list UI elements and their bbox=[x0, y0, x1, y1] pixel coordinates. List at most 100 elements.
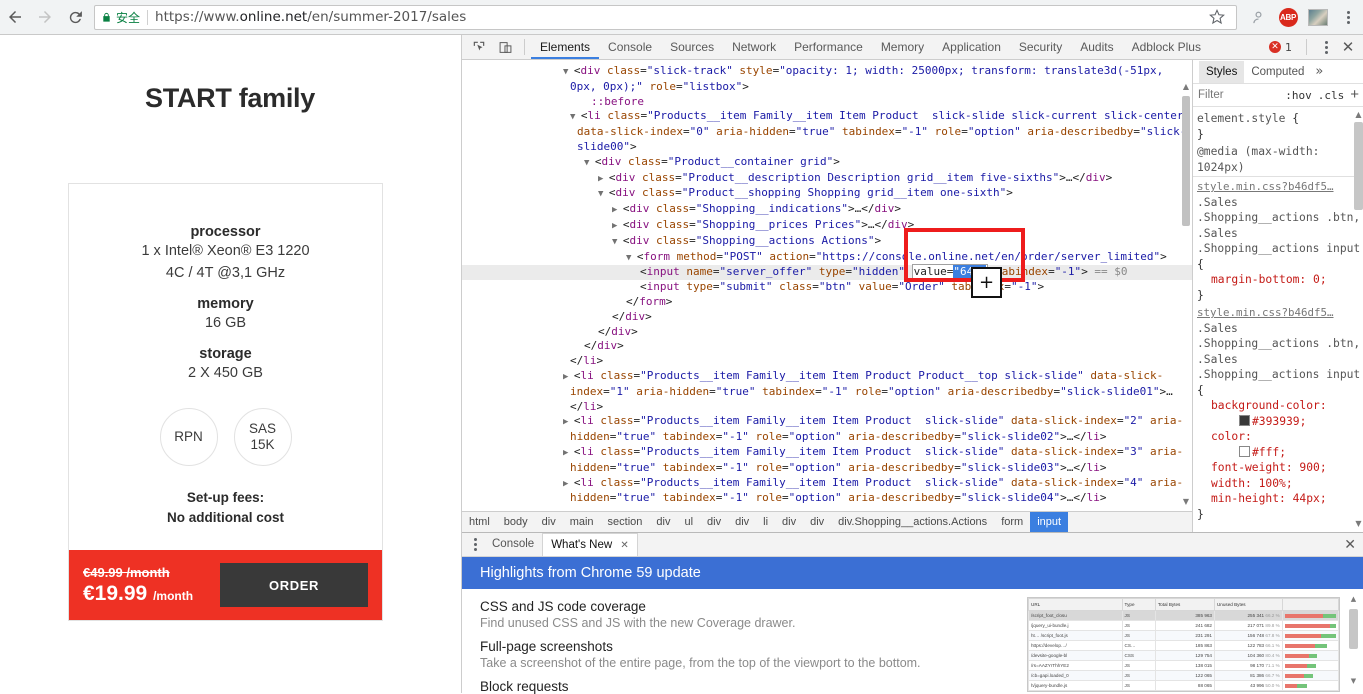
dom-node-line[interactable]: ▼ <div class="Shopping__actions Actions"… bbox=[462, 234, 1192, 250]
back-button[interactable] bbox=[0, 2, 30, 32]
tab-elements[interactable]: Elements bbox=[531, 35, 599, 59]
triangle-right-icon[interactable]: ▶ bbox=[612, 205, 623, 215]
dom-node-line[interactable]: ::before bbox=[462, 95, 1192, 110]
address-bar[interactable]: 安全 https://www.online.net/en/summer-2017… bbox=[94, 4, 1237, 30]
dom-scrollbar[interactable]: ▲ ▼ bbox=[1181, 82, 1191, 506]
tab-memory[interactable]: Memory bbox=[872, 35, 933, 59]
error-count-badge[interactable]: ✕ 1 bbox=[1269, 41, 1292, 54]
tab-styles[interactable]: Styles bbox=[1199, 60, 1245, 83]
triangle-down-icon[interactable]: ▼ bbox=[612, 237, 623, 247]
color-swatch-icon[interactable] bbox=[1239, 445, 1250, 457]
tab-sources[interactable]: Sources bbox=[661, 35, 723, 59]
reload-button[interactable] bbox=[60, 2, 90, 32]
tab-adblock-plus[interactable]: Adblock Plus bbox=[1123, 35, 1210, 59]
triangle-down-icon[interactable]: ▼ bbox=[584, 158, 595, 168]
dom-node-line[interactable]: ▼ <form method="POST" action="https://co… bbox=[462, 250, 1192, 266]
breadcrumb-item[interactable]: div bbox=[649, 512, 677, 532]
css-selector[interactable]: element.style { bbox=[1197, 111, 1363, 127]
triangle-right-icon[interactable]: ▶ bbox=[563, 372, 574, 382]
tab-performance[interactable]: Performance bbox=[785, 35, 872, 59]
dom-node-line[interactable]: <input name="server_offer" type="hidden"… bbox=[462, 264, 1192, 281]
tab-console[interactable]: Console bbox=[599, 35, 661, 59]
css-declaration[interactable]: min-height: 44px; bbox=[1197, 491, 1363, 507]
breadcrumb-item[interactable]: form bbox=[994, 512, 1030, 532]
color-swatch-icon[interactable] bbox=[1239, 414, 1250, 426]
css-source-link[interactable]: style.min.css?b46df5… bbox=[1197, 179, 1363, 195]
css-declaration[interactable]: width: 100%; bbox=[1197, 476, 1363, 492]
breadcrumb-item[interactable]: main bbox=[563, 512, 601, 532]
devtools-close-button[interactable]: ✕ bbox=[1339, 38, 1357, 56]
forward-button[interactable] bbox=[30, 2, 60, 32]
triangle-right-icon[interactable]: ▶ bbox=[598, 174, 609, 184]
breadcrumb-item[interactable]: body bbox=[497, 512, 535, 532]
tab-network[interactable]: Network bbox=[723, 35, 785, 59]
dom-node-line[interactable]: ▼ <div class="slick-track" style="opacit… bbox=[462, 64, 1192, 95]
dom-node-line[interactable]: ▶ <li class="Products__item Family__item… bbox=[462, 369, 1192, 414]
dom-node-line[interactable]: </div> bbox=[462, 310, 1192, 325]
chevron-double-right-icon[interactable]: » bbox=[1311, 64, 1323, 79]
drawer-menu-icon[interactable] bbox=[466, 538, 484, 551]
dom-node-line[interactable]: </div> bbox=[462, 325, 1192, 340]
order-button[interactable]: ORDER bbox=[220, 563, 368, 607]
dom-node-line[interactable]: ▼ <div class="Product__container grid"> bbox=[462, 155, 1192, 171]
dom-node-line[interactable]: <input type="submit" class="btn" value="… bbox=[462, 280, 1192, 295]
breadcrumb-item[interactable]: div bbox=[535, 512, 563, 532]
tab-audits[interactable]: Audits bbox=[1071, 35, 1122, 59]
triangle-down-icon[interactable]: ▼ bbox=[563, 67, 574, 77]
breadcrumb-item[interactable]: ul bbox=[677, 512, 700, 532]
css-selector[interactable]: .Sales .Shopping__actions .btn, .Sales .… bbox=[1197, 195, 1363, 273]
drawer-tab-whats-new[interactable]: What's New ✕ bbox=[542, 533, 638, 556]
profile-button[interactable] bbox=[1243, 2, 1273, 32]
tab-application[interactable]: Application bbox=[933, 35, 1010, 59]
breadcrumb-item[interactable]: div bbox=[803, 512, 831, 532]
drawer-close-button[interactable]: ✕ bbox=[1344, 537, 1356, 553]
css-rule[interactable] bbox=[1197, 522, 1363, 524]
drawer-tab-console[interactable]: Console bbox=[484, 533, 542, 556]
dom-node-line[interactable]: </div> bbox=[462, 339, 1192, 354]
breadcrumb-item[interactable]: div.Shopping__actions.Actions bbox=[831, 512, 994, 532]
css-declaration[interactable]: font-weight: 900; bbox=[1197, 460, 1363, 476]
dom-node-line[interactable]: ▼ <li class="Products__item Family__item… bbox=[462, 109, 1192, 154]
cls-toggle[interactable]: .cls bbox=[1318, 89, 1345, 102]
breadcrumb-item[interactable]: div bbox=[728, 512, 756, 532]
tab-computed[interactable]: Computed bbox=[1244, 61, 1311, 83]
dom-node-line[interactable]: ▼ <div class="Product__shopping Shopping… bbox=[462, 186, 1192, 202]
dom-tree[interactable]: ▼ <div class="slick-track" style="opacit… bbox=[462, 60, 1192, 510]
triangle-down-icon[interactable]: ▼ bbox=[626, 253, 637, 263]
triangle-down-icon[interactable]: ▼ bbox=[570, 112, 581, 122]
css-selector[interactable]: .Sales .Shopping__actions .btn, .Sales .… bbox=[1197, 321, 1363, 399]
dom-node-line[interactable]: ▶ <div class="Shopping__indications">…</… bbox=[462, 202, 1192, 218]
styles-scrollbar[interactable]: ▲ ▼ bbox=[1354, 110, 1363, 528]
triangle-right-icon[interactable]: ▶ bbox=[563, 448, 574, 458]
dom-node-line[interactable]: ▶ <div class="Product__description Descr… bbox=[462, 171, 1192, 187]
extension-avatar-button[interactable] bbox=[1303, 2, 1333, 32]
dom-node-line[interactable]: ▶ <li class="Products__item Family__item… bbox=[462, 476, 1192, 507]
device-toolbar-button[interactable] bbox=[492, 35, 518, 59]
dom-node-line[interactable]: ▶ <li class="Products__item Family__item… bbox=[462, 414, 1192, 445]
bookmark-star-icon[interactable] bbox=[1204, 9, 1230, 25]
dom-node-line[interactable]: ▶ <div class="Shopping__prices Prices">…… bbox=[462, 218, 1192, 234]
breadcrumb-item[interactable]: div bbox=[775, 512, 803, 532]
triangle-right-icon[interactable]: ▶ bbox=[612, 221, 623, 231]
styles-filter-input[interactable]: Filter bbox=[1198, 89, 1279, 101]
triangle-right-icon[interactable]: ▶ bbox=[563, 417, 574, 427]
dom-node-line[interactable]: </li> bbox=[462, 354, 1192, 369]
css-source-link[interactable]: style.min.css?b46df5… bbox=[1197, 305, 1363, 321]
breadcrumb-item[interactable]: html bbox=[462, 512, 497, 532]
breadcrumb-item[interactable]: input bbox=[1030, 512, 1069, 532]
hov-toggle[interactable]: :hov bbox=[1285, 89, 1312, 102]
breadcrumb-item[interactable]: div bbox=[700, 512, 728, 532]
css-declaration[interactable]: background-color: #393939; bbox=[1197, 398, 1363, 429]
breadcrumb-item[interactable]: li bbox=[756, 512, 775, 532]
whats-new-scrollbar[interactable]: ▲ ▼ bbox=[1349, 595, 1358, 685]
styles-rules[interactable]: element.style {} @media (max-width: 1024p… bbox=[1193, 108, 1363, 532]
close-icon[interactable]: ✕ bbox=[620, 540, 628, 551]
css-declaration[interactable]: color: #fff; bbox=[1197, 429, 1363, 460]
breadcrumb-item[interactable]: section bbox=[601, 512, 650, 532]
plus-icon[interactable]: + bbox=[1350, 87, 1359, 102]
adblock-plus-button[interactable]: ABP bbox=[1273, 2, 1303, 32]
devtools-menu-button[interactable] bbox=[1313, 35, 1339, 59]
css-declaration[interactable]: margin-bottom: 0; bbox=[1197, 272, 1363, 288]
triangle-right-icon[interactable]: ▶ bbox=[563, 479, 574, 489]
inspect-element-button[interactable] bbox=[466, 35, 492, 59]
